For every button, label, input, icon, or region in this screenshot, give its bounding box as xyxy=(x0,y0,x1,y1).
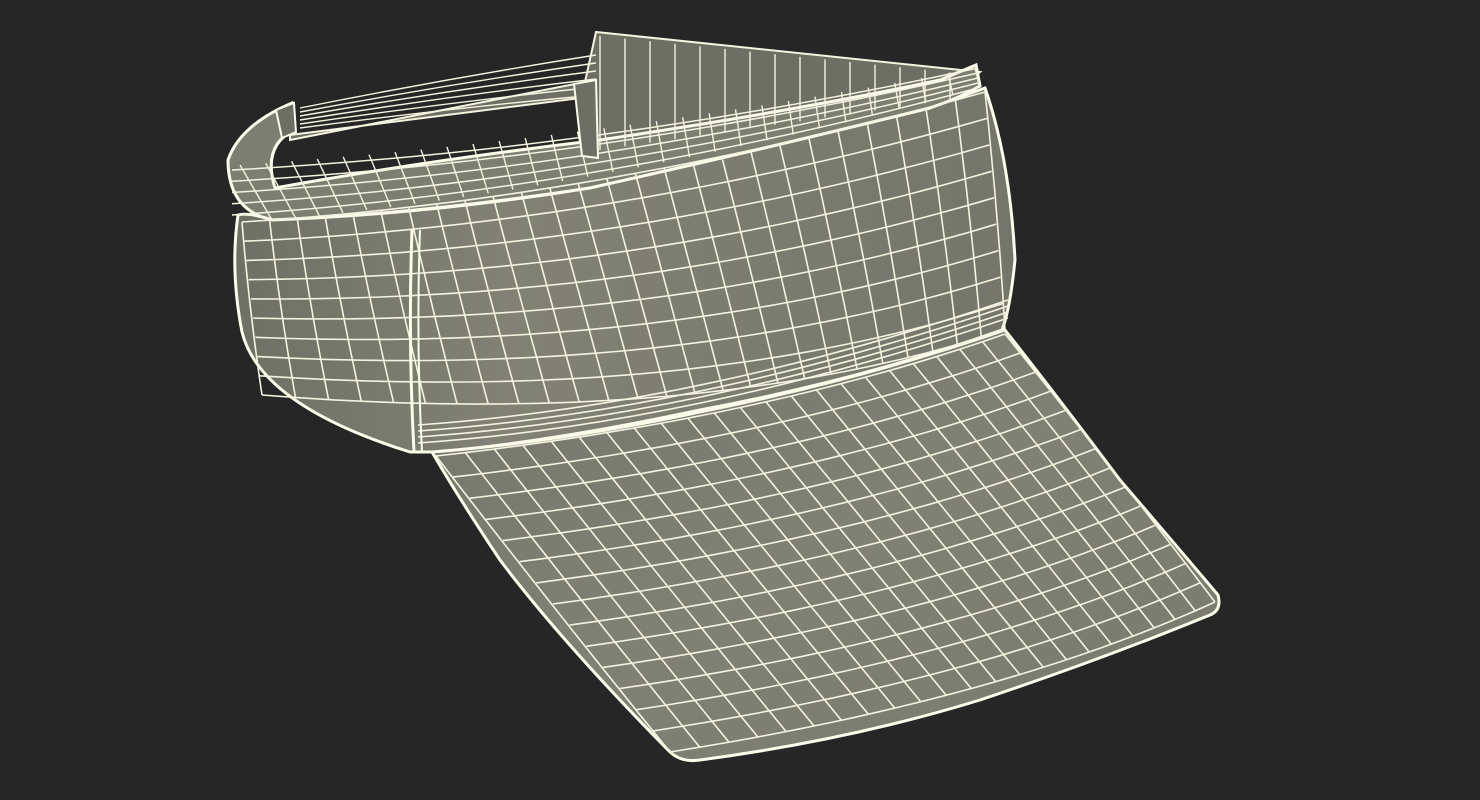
inner-wall-line xyxy=(299,62,597,113)
render-viewport xyxy=(0,0,1480,800)
visor-wireframe-render xyxy=(226,30,1221,762)
